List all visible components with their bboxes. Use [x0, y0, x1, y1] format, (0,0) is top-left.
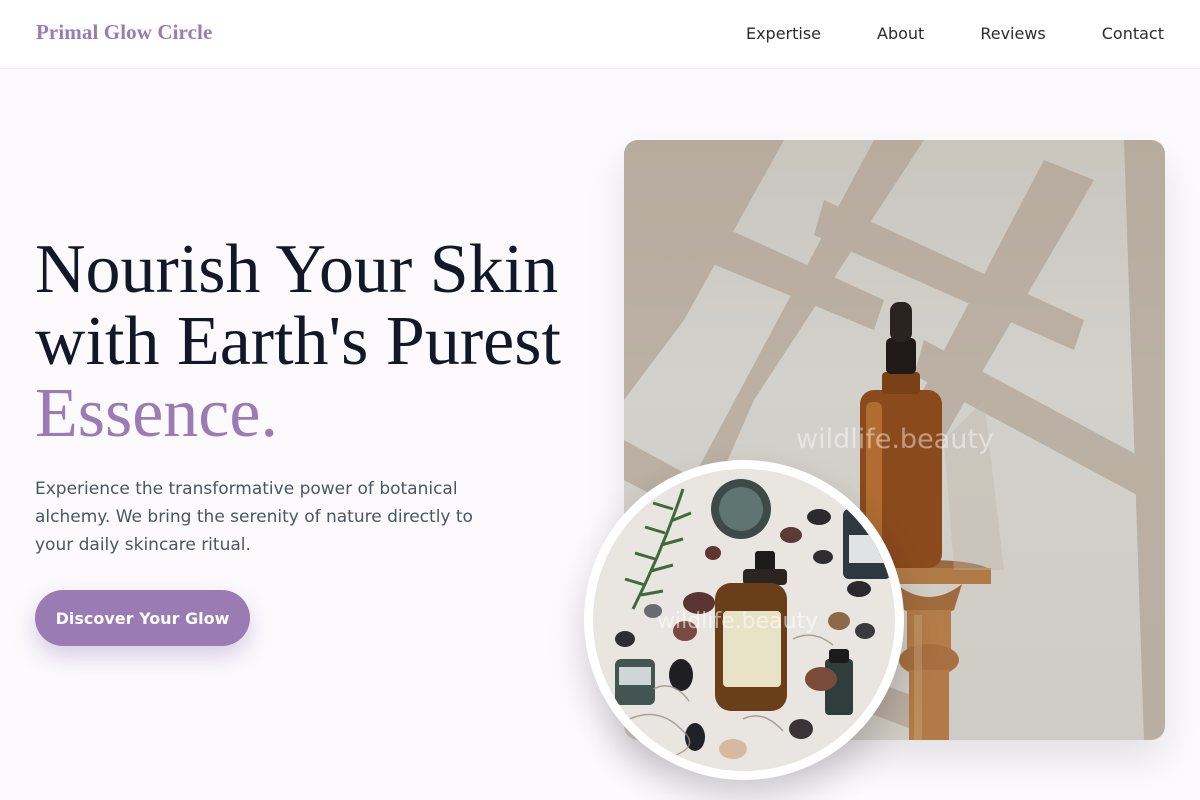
nav-link-contact[interactable]: Contact — [1102, 24, 1164, 43]
site-header: Primal Glow Circle Expertise About Revie… — [0, 0, 1200, 69]
discover-glow-button[interactable]: Discover Your Glow — [35, 590, 250, 646]
nav-link-expertise[interactable]: Expertise — [746, 24, 821, 43]
nav-link-reviews[interactable]: Reviews — [980, 24, 1045, 43]
brand-logo[interactable]: Primal Glow Circle — [36, 20, 212, 45]
hero-headline-line-2: with Earth's Purest — [35, 303, 561, 380]
main-nav: Expertise About Reviews Contact — [746, 24, 1164, 43]
products-flatlay-photo: wildlife.beauty — [584, 460, 904, 780]
hero-headline-accent: Essence. — [35, 375, 278, 452]
hero-lead-text: Experience the transformative power of b… — [35, 479, 473, 555]
main-photo-watermark: wildlife.beauty — [796, 424, 994, 455]
flatlay-photo-watermark: wildlife.beauty — [657, 609, 819, 634]
hero-headline: Nourish Your Skin with Earth's Purest Es… — [35, 234, 615, 450]
nav-link-about[interactable]: About — [877, 24, 924, 43]
hero-headline-line-1: Nourish Your Skin — [35, 231, 559, 308]
